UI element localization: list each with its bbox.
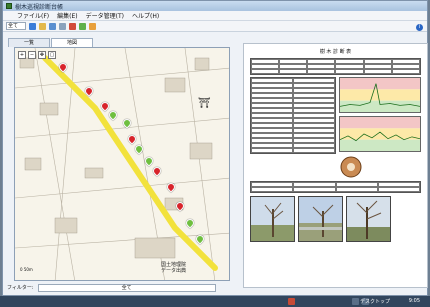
tab-list[interactable]: 一覧 [8, 38, 50, 47]
toolbar: 全て [3, 21, 427, 32]
zoom-in-icon[interactable]: + [18, 51, 26, 59]
map-scale-bar: 0 50m [20, 267, 33, 272]
delete-icon[interactable] [69, 22, 76, 30]
diagnosis-report: 樹 木 診 断 表 [243, 43, 428, 288]
tray-app-icon[interactable] [288, 298, 295, 305]
tab-map[interactable]: 地図 [51, 38, 93, 47]
print-icon[interactable] [59, 22, 66, 30]
scope-select[interactable]: 全て [6, 22, 26, 30]
tree-photo-3 [346, 196, 391, 242]
menu-file[interactable]: ファイル(F) [17, 11, 49, 20]
tree-photo-2 [298, 196, 343, 242]
map-view[interactable]: ⛩ + − ✥ ▢ 0 50m 国土地理院 データ出典 [14, 47, 230, 281]
window-title: 樹木巡視診断台帳 [15, 3, 64, 11]
open-icon[interactable] [39, 22, 46, 30]
app-window: 樹木巡視診断台帳 ファイル(F) 編集(E) データ管理(T) ヘルプ(H) 全… [2, 0, 428, 296]
app-logo-icon [6, 3, 12, 9]
menu-data[interactable]: データ管理(T) [86, 11, 124, 20]
taskbar: デスクトップ 9:05 [0, 296, 430, 307]
taskbar-clock: 9:05 [408, 298, 420, 304]
menu-help[interactable]: ヘルプ(H) [132, 11, 159, 20]
svg-text:⛩: ⛩ [198, 97, 211, 109]
filter-select[interactable]: 全て [37, 283, 216, 292]
trunk-section-icon [340, 156, 362, 178]
taskbar-desktop-label[interactable]: デスクトップ [360, 298, 390, 305]
filter-bar: フィルター: 全て [7, 283, 216, 292]
resistograph-chart [339, 77, 421, 113]
report-photos [250, 196, 421, 242]
select-icon[interactable]: ▢ [48, 51, 56, 59]
menu-edit[interactable]: 編集(E) [57, 11, 77, 20]
menu-bar: ファイル(F) 編集(E) データ管理(T) ヘルプ(H) [3, 11, 427, 21]
view-tabs: 一覧 地図 [8, 38, 93, 47]
density-chart [339, 116, 421, 152]
zoom-out-icon[interactable]: − [28, 51, 36, 59]
report-title: 樹 木 診 断 表 [319, 49, 352, 55]
tray-network-icon[interactable] [352, 298, 359, 305]
info-icon[interactable]: i [416, 24, 423, 31]
filter-label: フィルター: [7, 285, 34, 291]
map-credit-line-2: データ出典 [161, 268, 187, 274]
map-toolbar: + − ✥ ▢ [18, 51, 56, 59]
pan-icon[interactable]: ✥ [38, 51, 46, 59]
map-credit: 国土地理院 データ出典 [161, 262, 186, 274]
new-icon[interactable] [29, 22, 36, 30]
report-notes-grid [250, 181, 421, 193]
save-icon[interactable] [49, 22, 56, 30]
map-canvas[interactable]: ⛩ [15, 48, 230, 281]
report-header-grid [250, 58, 421, 75]
title-bar: 樹木巡視診断台帳 [3, 1, 427, 11]
tree-photo-1 [250, 196, 295, 242]
report-measure-grid [250, 77, 336, 154]
map-icon[interactable] [79, 22, 86, 30]
export-icon[interactable] [89, 22, 96, 30]
